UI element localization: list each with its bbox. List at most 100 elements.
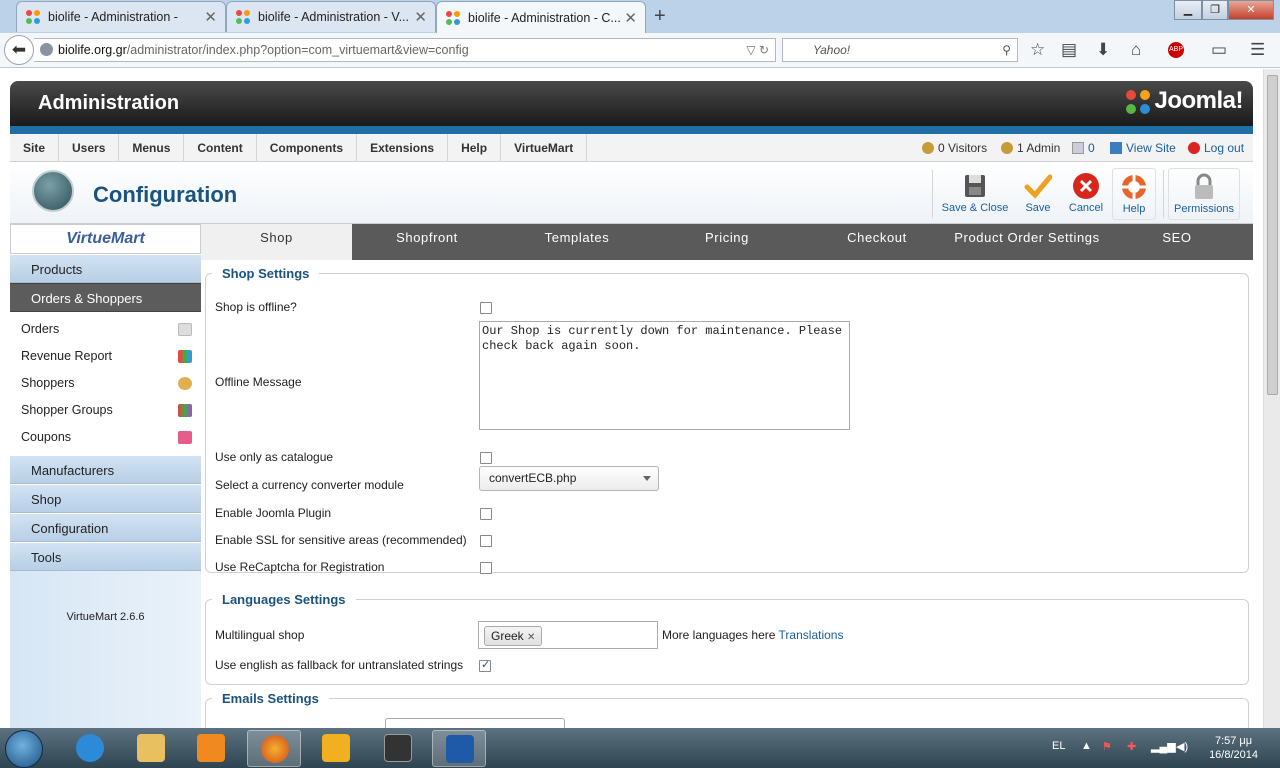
window-icon[interactable]: ▭ (1211, 41, 1227, 59)
sidebar-item-shop[interactable]: Shop (10, 484, 201, 513)
sidebar-item-shoppers[interactable]: Shoppers (10, 370, 201, 397)
address-bar[interactable]: biolife.org.gr/administrator/index.php?o… (34, 38, 776, 62)
sidebar-item-label: Orders (21, 322, 60, 336)
close-tab-icon[interactable]: ✕ (414, 8, 427, 26)
translations-link[interactable]: Translations (779, 628, 844, 642)
menu-menus[interactable]: Menus (119, 134, 185, 162)
joomla-logo[interactable]: Joomla! (1124, 87, 1243, 116)
minimize-window-button[interactable]: ▁ (1174, 0, 1202, 20)
taskbar-explorer[interactable] (124, 730, 178, 767)
messages-count[interactable]: 0 (1088, 141, 1095, 155)
action-center-icon[interactable]: ⚑ (1102, 740, 1112, 753)
multilingual-select[interactable]: Greek ✕ (478, 621, 658, 649)
search-icon[interactable]: ⚲ (1002, 39, 1011, 61)
tab-shopfront[interactable]: Shopfront (352, 224, 502, 260)
offline-message-textarea[interactable]: Our Shop is currently down for maintenan… (479, 321, 850, 430)
reload-icon[interactable]: ▽ ↻ (746, 39, 769, 61)
windows-taskbar: EL ▲ ⚑ ✚ ▂▄▆ ◀) 7:57 μμ 16/8/2014 (0, 728, 1280, 768)
shop-offline-checkbox[interactable] (480, 302, 492, 314)
sidebar-item-configuration[interactable]: Configuration (10, 513, 201, 542)
tab-product-order-settings[interactable]: Product Order Settings (952, 224, 1102, 260)
start-button[interactable] (5, 730, 43, 768)
tab-checkout[interactable]: Checkout (802, 224, 952, 260)
language-chip-greek: Greek ✕ (484, 626, 543, 646)
virtuemart-version: VirtueMart 2.6.6 (66, 611, 145, 623)
save-close-button[interactable]: Save & Close (938, 168, 1012, 220)
back-button[interactable]: ⬅ (4, 35, 34, 65)
joomla-plugin-checkbox[interactable] (480, 508, 492, 520)
sidebar-item-orders[interactable]: Orders (10, 316, 201, 343)
taskbar-outlook[interactable] (309, 730, 363, 767)
languages-settings-legend: Languages Settings (222, 592, 346, 607)
menu-users[interactable]: Users (59, 134, 120, 162)
reading-list-icon[interactable]: ▤ (1061, 41, 1077, 59)
close-window-button[interactable]: ✕ (1228, 0, 1274, 20)
view-site-icon (1110, 142, 1122, 154)
system-clock[interactable]: 7:57 μμ 16/8/2014 (1209, 734, 1258, 762)
tab-templates[interactable]: Templates (502, 224, 652, 260)
menu-virtuemart[interactable]: VirtueMart (501, 134, 588, 162)
email-field[interactable] (385, 718, 565, 728)
logout-link[interactable]: Log out (1188, 141, 1244, 155)
search-input[interactable]: Yahoo! ⚲ (782, 38, 1018, 62)
home-icon[interactable]: ⌂ (1131, 41, 1141, 59)
permissions-button[interactable]: Permissions (1168, 168, 1240, 220)
page-scrollbar[interactable] (1263, 69, 1280, 728)
close-tab-icon[interactable]: ✕ (624, 9, 637, 27)
messages-status[interactable]: 0 (1072, 141, 1095, 155)
language-indicator[interactable]: EL (1052, 740, 1065, 752)
download-icon[interactable]: ⬇ (1096, 41, 1110, 59)
browser-tab-1[interactable]: biolife - Administration - ✕ (16, 1, 226, 32)
menu-site[interactable]: Site (10, 134, 60, 162)
catalogue-checkbox[interactable] (480, 452, 492, 464)
taskbar-ie[interactable] (63, 730, 117, 767)
new-tab-button[interactable]: + (654, 5, 666, 28)
sidebar-item-orders-shoppers[interactable]: Orders & Shoppers (10, 283, 201, 312)
checkmark-icon (1024, 174, 1052, 199)
volume-icon[interactable]: ◀) (1176, 740, 1188, 753)
tab-shop[interactable]: Shop (201, 224, 352, 260)
network-icon[interactable]: ▂▄▆ (1151, 740, 1176, 753)
taskbar-firefox[interactable] (247, 730, 301, 767)
sidebar-item-revenue-report[interactable]: Revenue Report (10, 343, 201, 370)
view-site-link[interactable]: View Site (1110, 141, 1176, 155)
page-viewport: Administration Joomla! Site Users Menus … (0, 69, 1263, 728)
tab-pricing[interactable]: Pricing (652, 224, 802, 260)
browser-tab-2[interactable]: biolife - Administration - V... ✕ (226, 1, 436, 32)
currency-converter-select[interactable]: convertECB.php (479, 466, 659, 491)
view-site-label[interactable]: View Site (1126, 141, 1176, 155)
bookmark-star-icon[interactable]: ☆ (1030, 41, 1045, 59)
config-tabs: Shop Shopfront Templates Pricing Checkou… (201, 224, 1253, 260)
sidebar-item-coupons[interactable]: Coupons (10, 424, 201, 451)
close-tab-icon[interactable]: ✕ (204, 8, 217, 26)
virtuemart-logo[interactable]: VirtueMart (10, 224, 201, 254)
menu-components[interactable]: Components (257, 134, 358, 162)
browser-tab-3-active[interactable]: biolife - Administration - C... ✕ (436, 1, 646, 33)
menu-help[interactable]: Help (448, 134, 502, 162)
taskbar-word[interactable] (432, 730, 486, 767)
sidebar-item-tools[interactable]: Tools (10, 542, 201, 571)
help-button[interactable]: Help (1112, 168, 1156, 220)
scrollbar-thumb[interactable] (1267, 75, 1278, 395)
taskbar-media-player[interactable] (184, 730, 238, 767)
adblock-icon[interactable]: ABP (1168, 42, 1184, 58)
sidebar-item-products[interactable]: Products (10, 254, 201, 283)
tray-arrow-icon[interactable]: ▲ (1081, 740, 1092, 752)
logout-label[interactable]: Log out (1204, 141, 1244, 155)
sidebar-item-label: Shopper Groups (21, 403, 113, 417)
restore-window-button[interactable]: ❐ (1202, 0, 1228, 20)
recaptcha-checkbox[interactable] (480, 562, 492, 574)
menu-content[interactable]: Content (184, 134, 257, 162)
hamburger-menu-icon[interactable]: ☰ (1250, 41, 1265, 59)
taskbar-media-classic[interactable] (371, 730, 425, 767)
ssl-checkbox[interactable] (480, 535, 492, 547)
cancel-button[interactable]: Cancel (1064, 168, 1108, 220)
tab-seo[interactable]: SEO (1102, 224, 1252, 260)
sidebar-item-manufacturers[interactable]: Manufacturers (10, 455, 201, 484)
english-fallback-checkbox[interactable] (479, 658, 491, 672)
tray-warning-icon[interactable]: ✚ (1127, 740, 1136, 753)
menu-extensions[interactable]: Extensions (357, 134, 449, 162)
save-button[interactable]: Save (1018, 168, 1058, 220)
remove-chip-icon[interactable]: ✕ (527, 632, 535, 643)
sidebar-item-shopper-groups[interactable]: Shopper Groups (10, 397, 201, 424)
